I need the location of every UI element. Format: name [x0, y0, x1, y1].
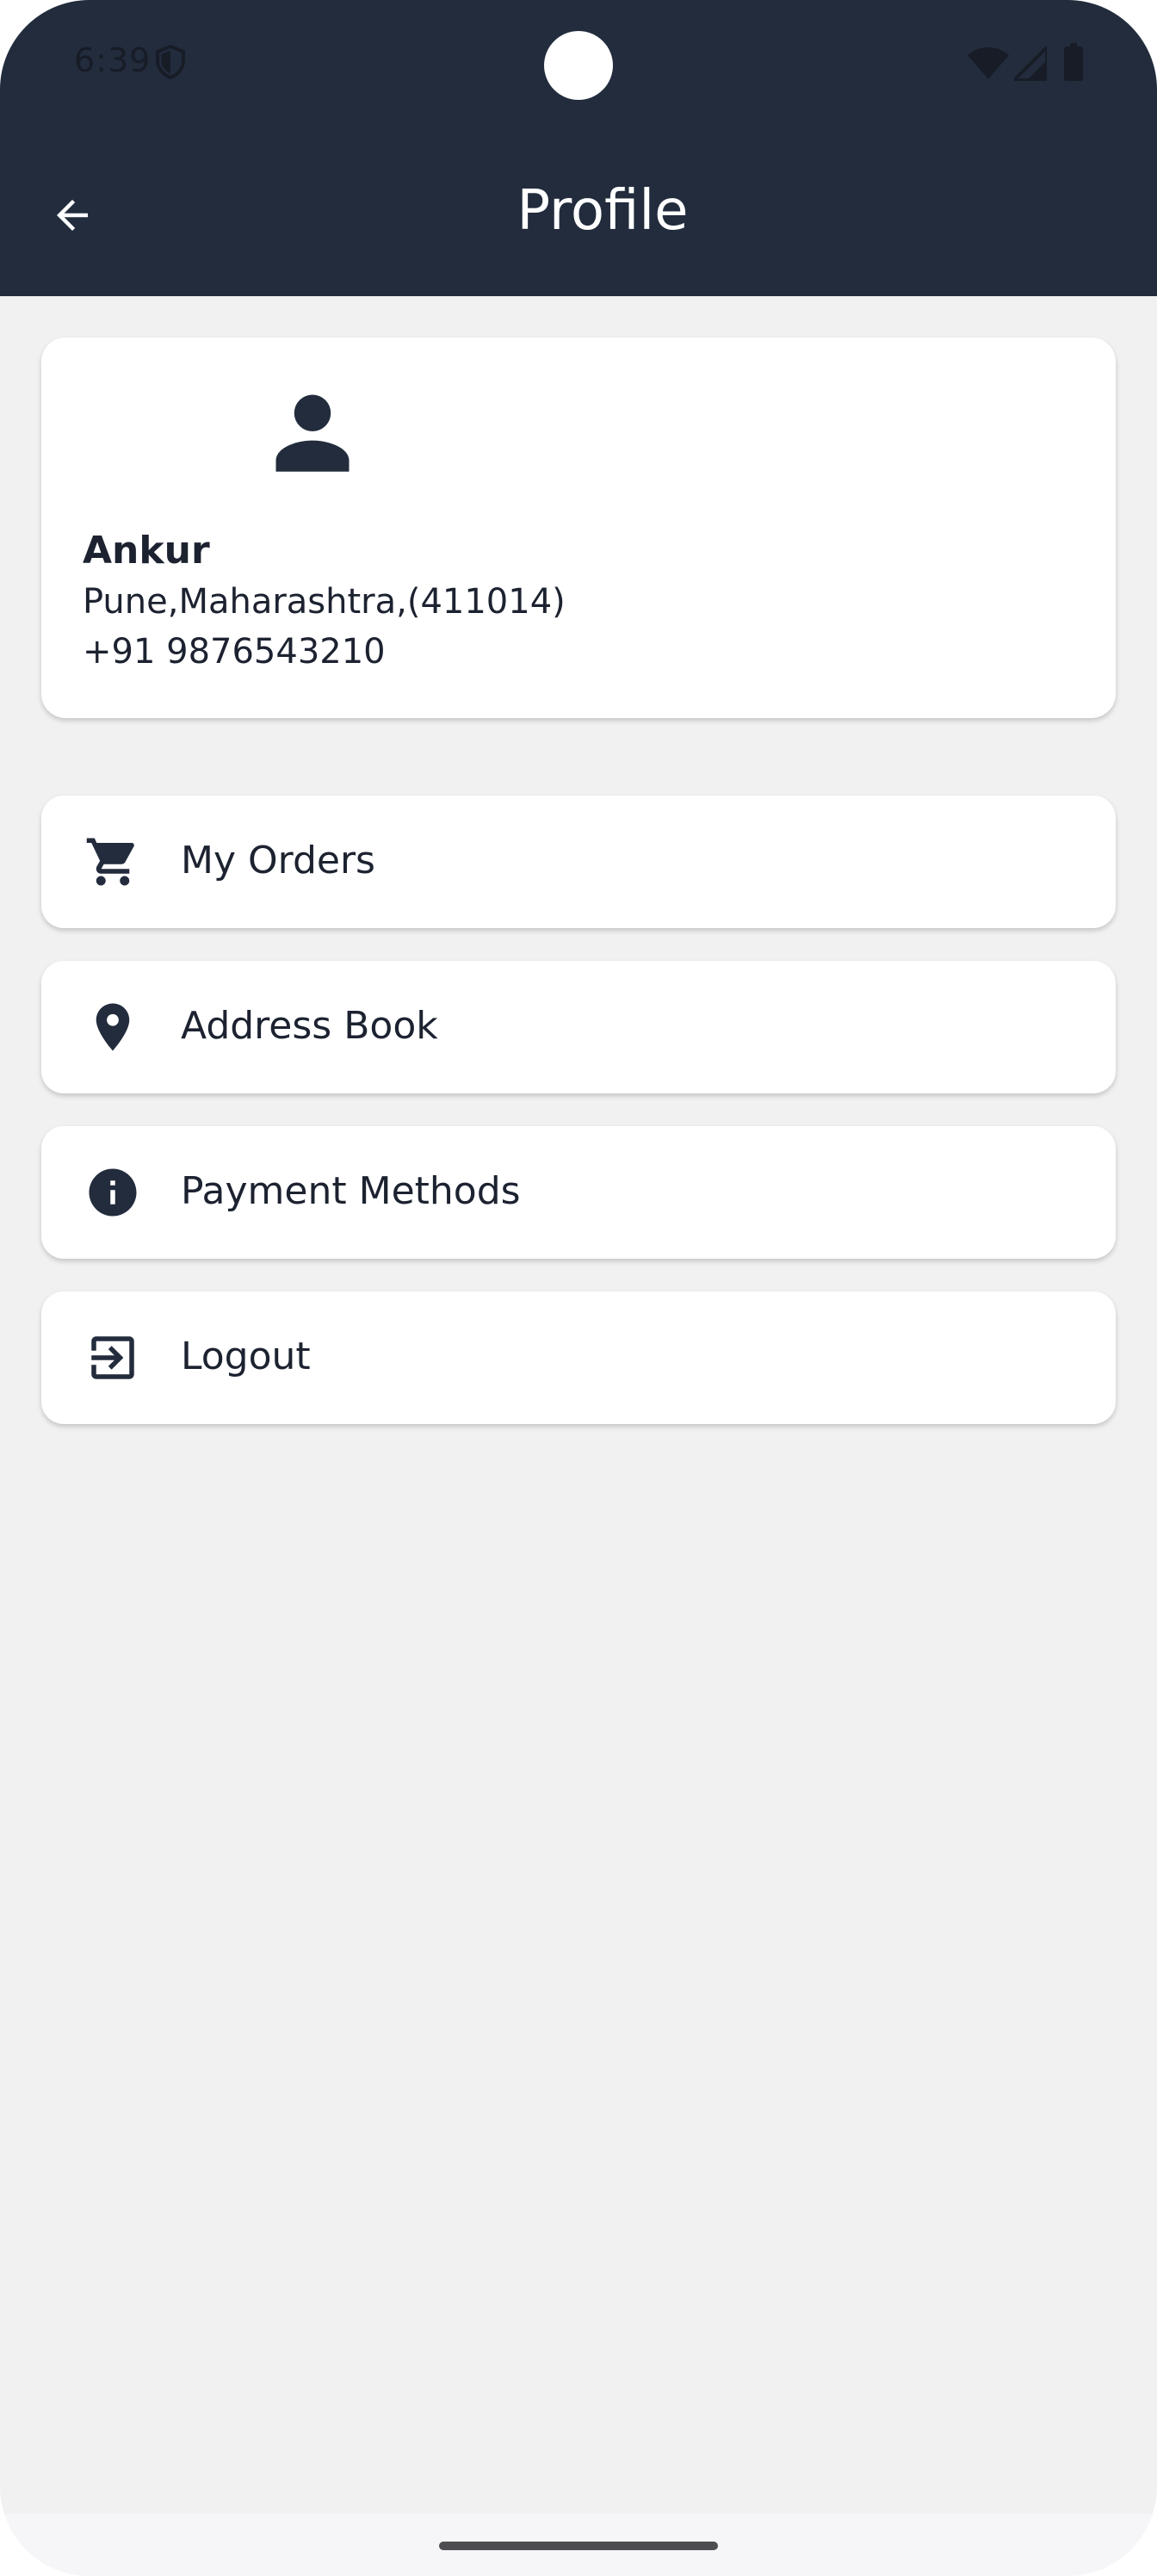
camera-cutout	[544, 31, 613, 100]
signal-icon	[1014, 46, 1047, 81]
cart-icon	[86, 838, 134, 886]
menu-item-logout[interactable]: Logout	[41, 1291, 1116, 1424]
phone-screen: 6:39 Profile Ankur Pune,Maharashtra,(411…	[0, 0, 1157, 2576]
logout-icon	[91, 1336, 134, 1379]
app-bar: Profile	[0, 129, 1157, 296]
menu-item-my-orders[interactable]: My Orders	[41, 796, 1116, 928]
wifi-icon	[968, 47, 1009, 79]
menu-item-label: My Orders	[181, 839, 375, 882]
status-time: 6:39	[74, 41, 152, 79]
profile-phone: +91 9876543210	[83, 632, 386, 672]
shield-icon	[156, 45, 185, 79]
person-icon	[275, 394, 350, 472]
status-bar: 6:39	[0, 0, 1157, 129]
info-icon	[89, 1168, 137, 1217]
menu-item-label: Address Book	[181, 1004, 438, 1048]
menu-item-label: Payment Methods	[181, 1169, 521, 1213]
home-indicator[interactable]	[439, 2542, 718, 2550]
menu-item-payment-methods[interactable]: Payment Methods	[41, 1126, 1116, 1259]
location-pin-icon	[96, 1003, 130, 1051]
menu-item-address-book[interactable]: Address Book	[41, 961, 1116, 1093]
profile-name: Ankur	[83, 529, 210, 573]
menu-item-label: Logout	[181, 1334, 311, 1378]
battery-icon	[1064, 43, 1083, 81]
profile-card: Ankur Pune,Maharashtra,(411014) +91 9876…	[41, 337, 1116, 718]
page-title: Profile	[517, 179, 689, 243]
profile-address: Pune,Maharashtra,(411014)	[83, 582, 566, 622]
